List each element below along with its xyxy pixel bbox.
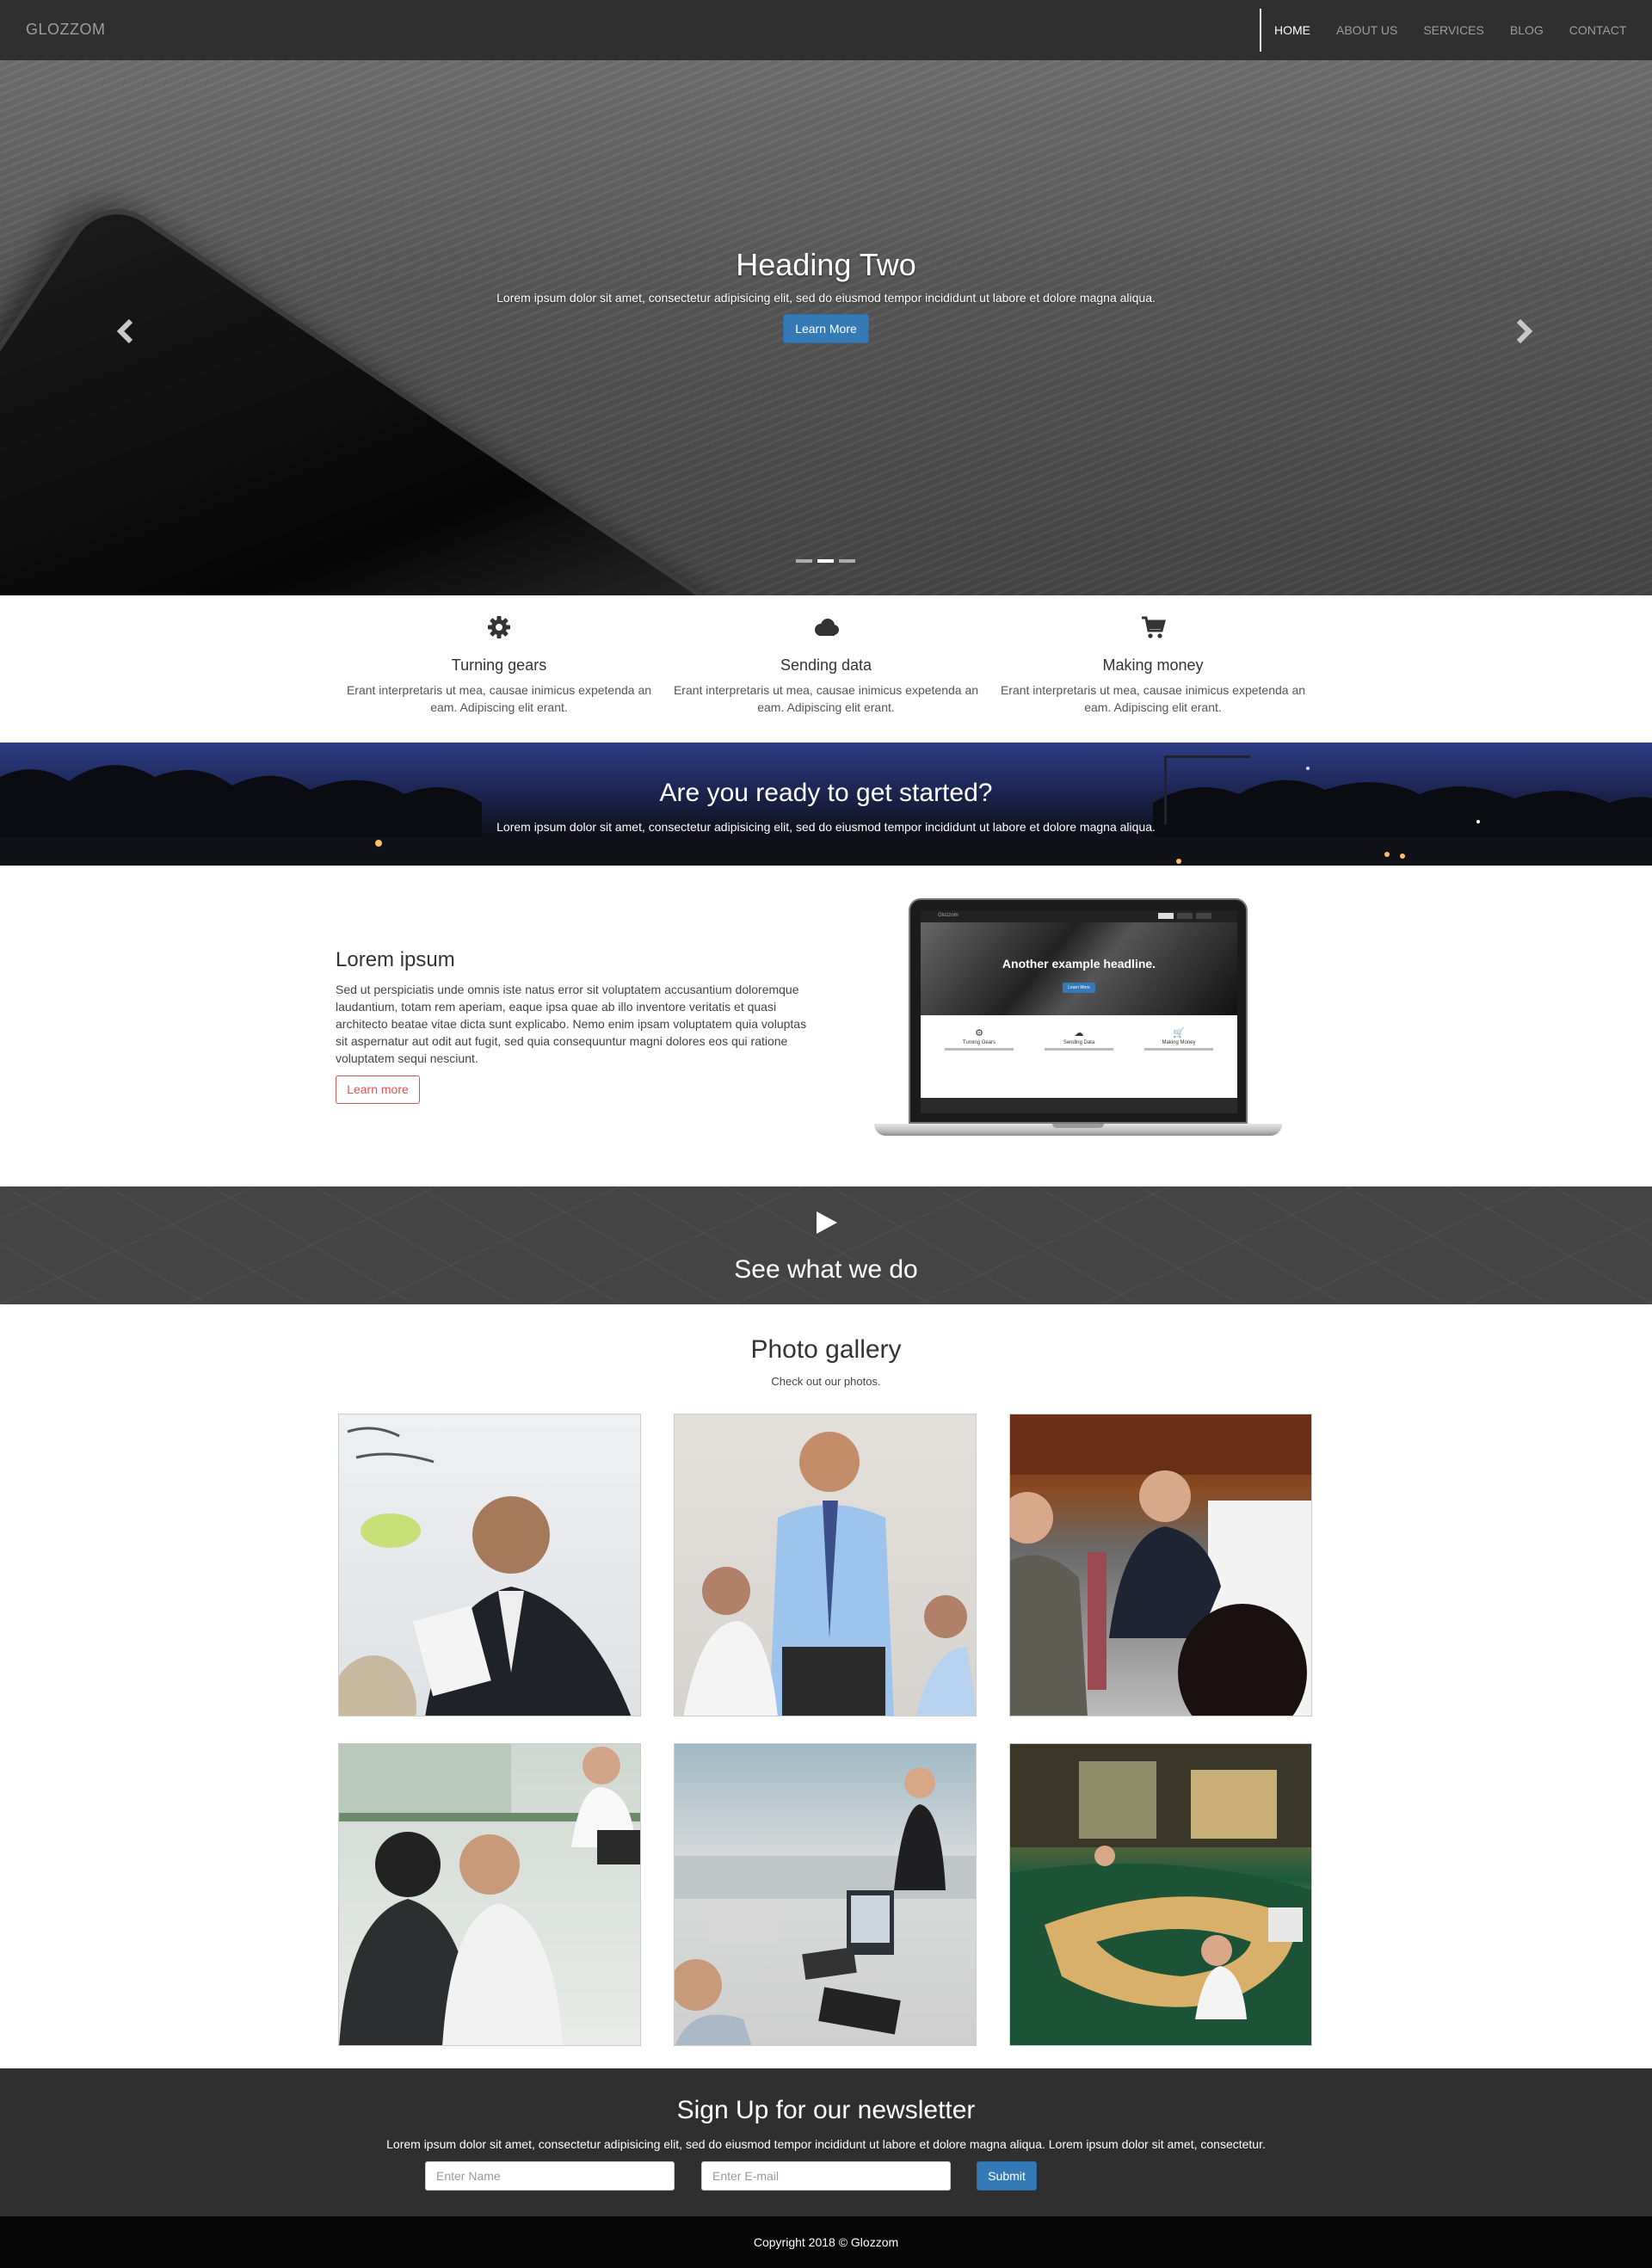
- hero-carousel: Heading Two Lorem ipsum dolor sit amet, …: [0, 60, 1652, 595]
- nav-home[interactable]: HOME: [1261, 0, 1323, 60]
- video-section: See what we do: [0, 1186, 1652, 1304]
- feature-title: Sending data: [780, 656, 872, 674]
- about-text: Sed ut perspiciatis unde omnis iste natu…: [336, 983, 807, 1065]
- feature-text: Erant interpretaris ut mea, causae inimi…: [1000, 683, 1306, 714]
- feature-text: Erant interpretaris ut mea, causae inimi…: [346, 683, 652, 714]
- cart-icon: 🛒: [1173, 1028, 1185, 1038]
- gallery-photo-1[interactable]: [338, 1414, 641, 1716]
- laptop-feature-title: Turning Gears: [962, 1040, 996, 1045]
- laptop-headline: Another example headline.: [1002, 957, 1156, 971]
- feature-sending-data: Sending data Erant interpretaris ut mea,…: [663, 611, 989, 716]
- about-section: Lorem ipsum Sed ut perspiciatis unde omn…: [0, 866, 1652, 1186]
- feature-title: Turning gears: [451, 656, 547, 674]
- gear-icon: ⚙: [975, 1028, 983, 1038]
- carousel-indicators: [796, 559, 855, 563]
- carousel-indicator-1[interactable]: [796, 559, 812, 563]
- gear-icon: [336, 611, 663, 644]
- laptop-button: Learn More: [1063, 983, 1095, 993]
- feature-making-money: Making money Erant interpretaris ut mea,…: [989, 611, 1316, 716]
- nav-contact[interactable]: CONTACT: [1556, 0, 1640, 60]
- footer: Copyright 2018 © Glozzom: [0, 2216, 1652, 2268]
- copyright-text: Copyright 2018 © Glozzom: [753, 2235, 899, 2249]
- nav-services[interactable]: SERVICES: [1410, 0, 1497, 60]
- newsletter-section: Sign Up for our newsletter Lorem ipsum d…: [0, 2068, 1652, 2216]
- navbar: GLOZZOM HOME ABOUT US SERVICES BLOG CONT…: [0, 0, 1652, 60]
- laptop-brand: Glozzom: [938, 913, 959, 918]
- gallery-photo-4[interactable]: [338, 1743, 641, 2046]
- gallery-photo-5[interactable]: [674, 1743, 977, 2046]
- cta-text: Lorem ipsum dolor sit amet, consectetur …: [496, 820, 1156, 834]
- gallery-subtitle: Check out our photos.: [771, 1375, 881, 1388]
- feature-turning-gears: Turning gears Erant interpretaris ut mea…: [336, 611, 663, 716]
- features-section: Turning gears Erant interpretaris ut mea…: [0, 595, 1652, 743]
- play-icon[interactable]: [817, 1211, 837, 1234]
- gallery-section: Photo gallery Check out our photos.: [0, 1304, 1652, 2068]
- gallery-photo-3[interactable]: [1009, 1414, 1312, 1716]
- laptop-feature-title: Making Money: [1162, 1040, 1196, 1045]
- cloud-icon: [663, 611, 989, 644]
- hero-learn-more-button[interactable]: Learn More: [783, 314, 869, 343]
- email-input[interactable]: Enter E-mail: [701, 2161, 951, 2191]
- name-input[interactable]: Enter Name: [425, 2161, 675, 2191]
- nav-blog[interactable]: BLOG: [1497, 0, 1556, 60]
- laptop-feature-title: Sending Data: [1063, 1040, 1095, 1045]
- gallery-photo-6[interactable]: [1009, 1743, 1312, 2046]
- submit-button[interactable]: Submit: [977, 2161, 1037, 2191]
- gallery-heading: Photo gallery: [750, 1335, 902, 1364]
- hero-caption: Heading Two Lorem ipsum dolor sit amet, …: [0, 246, 1652, 343]
- cta-heading: Are you ready to get started?: [659, 779, 993, 807]
- chevron-right-icon[interactable]: [1514, 314, 1533, 350]
- about-heading: Lorem ipsum: [336, 948, 455, 971]
- video-heading: See what we do: [734, 1255, 918, 1284]
- newsletter-heading: Sign Up for our newsletter: [676, 2096, 976, 2124]
- carousel-indicator-3[interactable]: [839, 559, 855, 563]
- nav-links: HOME ABOUT US SERVICES BLOG CONTACT: [1261, 0, 1639, 60]
- feature-text: Erant interpretaris ut mea, causae inimi…: [673, 683, 979, 714]
- hero-text: Lorem ipsum dolor sit amet, consectetur …: [496, 291, 1156, 305]
- feature-title: Making money: [1102, 656, 1204, 674]
- cart-icon: [989, 611, 1316, 644]
- hero-heading: Heading Two: [736, 247, 916, 282]
- chevron-left-icon[interactable]: [116, 314, 135, 350]
- carousel-indicator-2[interactable]: [817, 559, 834, 563]
- brand-logo[interactable]: GLOZZOM: [26, 21, 106, 39]
- cta-section: Are you ready to get started? Lorem ipsu…: [0, 743, 1652, 866]
- newsletter-text: Lorem ipsum dolor sit amet, consectetur …: [386, 2137, 1266, 2151]
- nav-about[interactable]: ABOUT US: [1323, 0, 1410, 60]
- about-learn-more-button[interactable]: Learn more: [336, 1075, 420, 1104]
- laptop-mockup-image: Glozzom Another example headline. Learn …: [874, 898, 1282, 1156]
- gallery-photo-2[interactable]: [674, 1414, 977, 1716]
- cloud-icon: ☁: [1074, 1028, 1084, 1038]
